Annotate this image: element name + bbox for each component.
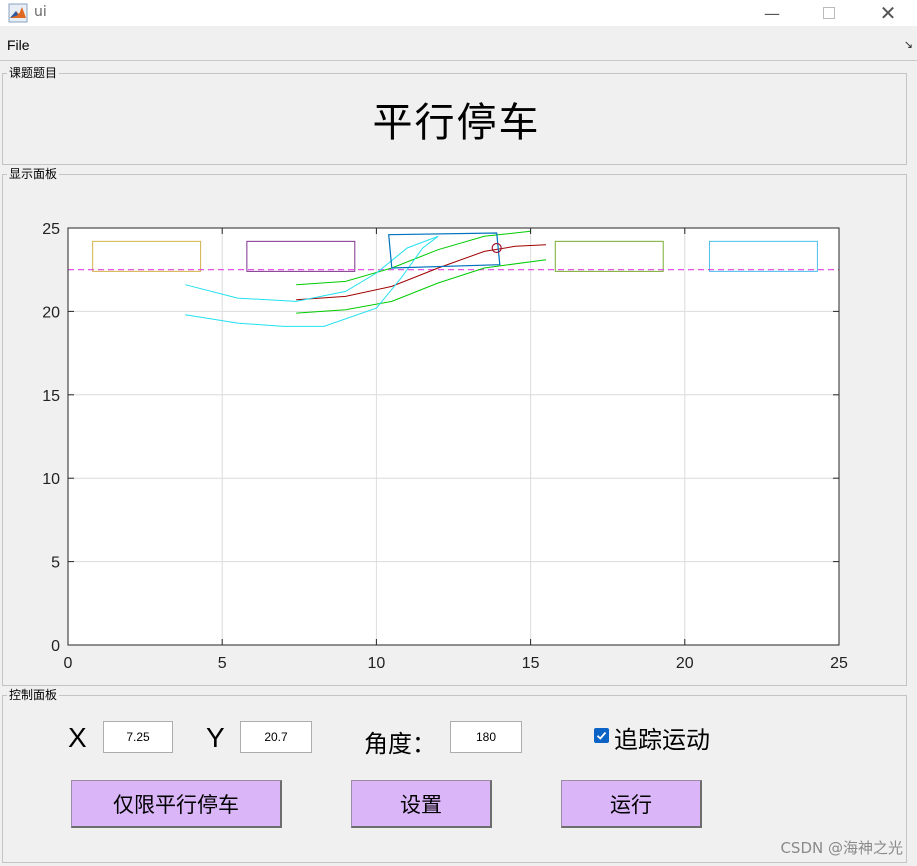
y-label: Y	[206, 722, 225, 753]
y-tick-label: 15	[42, 388, 60, 405]
plot-area	[68, 228, 839, 645]
x-label: X	[68, 722, 87, 753]
y-tick-label: 5	[51, 555, 60, 572]
track-checkbox[interactable]	[594, 728, 609, 743]
x-tick-label: 25	[830, 655, 848, 672]
control-panel-label: 控制面板	[7, 688, 60, 702]
y-tick-label: 20	[42, 304, 60, 321]
y-tick-label: 10	[42, 471, 60, 488]
x-tick-label: 0	[64, 655, 73, 672]
y-tick-label: 0	[51, 638, 60, 655]
angle-input[interactable]	[450, 721, 522, 753]
x-tick-label: 10	[368, 655, 386, 672]
parallel-parking-button[interactable]: 仅限平行停车	[71, 780, 282, 828]
settings-button[interactable]: 设置	[351, 780, 492, 828]
x-tick-label: 15	[522, 655, 540, 672]
angle-label: 角度：	[364, 730, 436, 758]
watermark: CSDN @海神之光	[780, 839, 903, 857]
run-button[interactable]: 运行	[561, 780, 702, 828]
track-checkbox-label[interactable]: 追踪运动	[614, 720, 710, 755]
checkmark-icon	[596, 731, 607, 740]
x-tick-label: 5	[218, 655, 227, 672]
y-tick-label: 25	[42, 221, 60, 238]
x-tick-label: 20	[676, 655, 694, 672]
y-input[interactable]	[240, 721, 312, 753]
x-input[interactable]	[103, 721, 173, 753]
